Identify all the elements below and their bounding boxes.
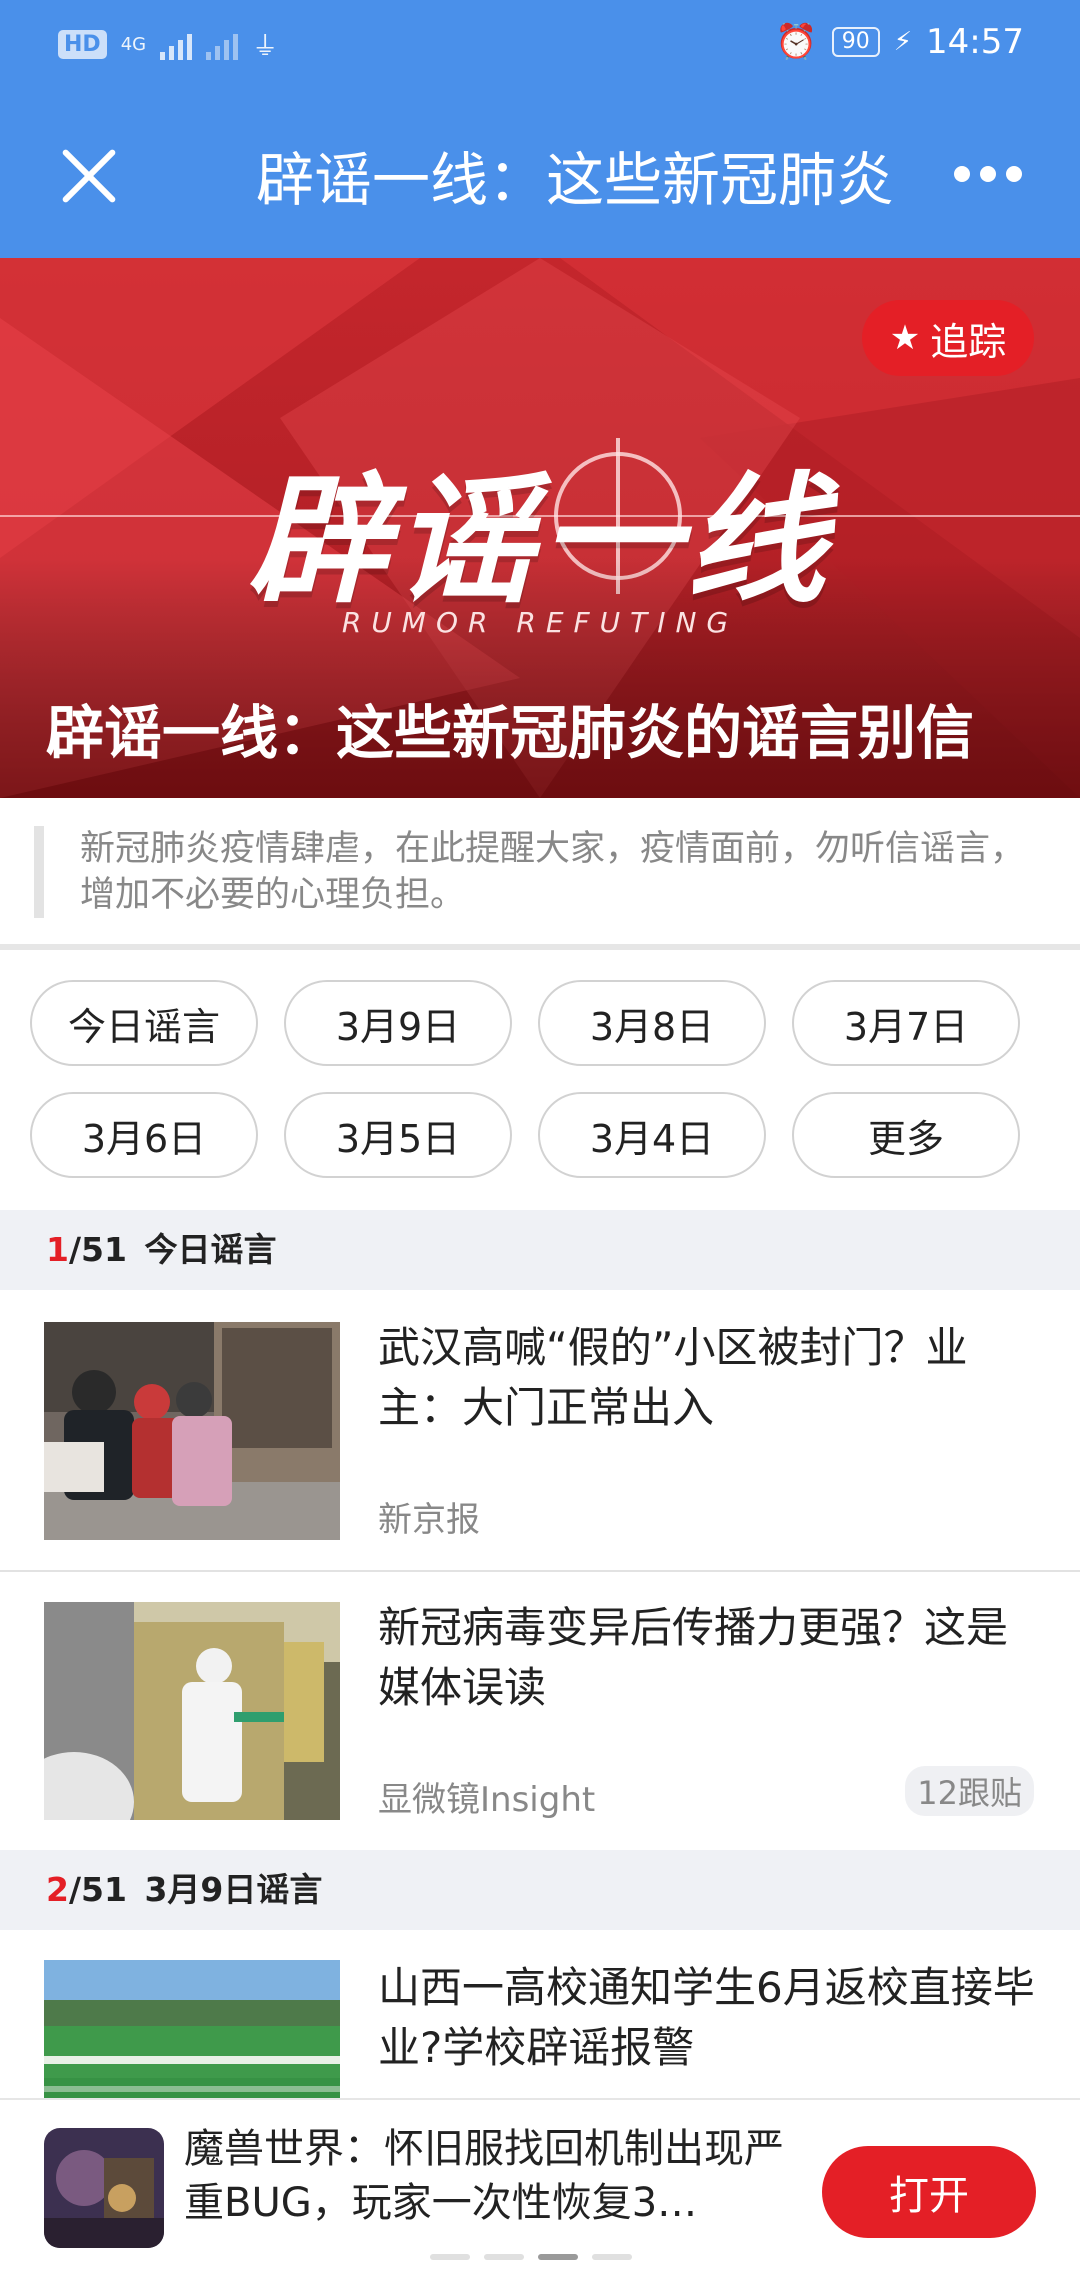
promo-text: 魔兽世界：怀旧服找回机制出现严重BUG，玩家一次性恢复3…	[184, 2126, 784, 2226]
hero-banner: ★ 追踪 辟谣一线 RUMOR REFUTING 辟谣一线：这些新冠肺炎的谣言别…	[0, 258, 1080, 798]
hero-logo: 辟谣一线	[247, 460, 832, 623]
tag-more[interactable]: 更多	[792, 1092, 1020, 1178]
section-header: 2/51 3月9日谣言	[0, 1850, 1080, 1930]
tag-date[interactable]: 3月9日	[284, 980, 512, 1066]
promo-thumbnail	[44, 2128, 164, 2248]
section-total: /51	[68, 1230, 127, 1269]
page-title: 辟谣一线：这些新冠肺炎	[256, 146, 895, 214]
news-thumbnail	[44, 1322, 340, 1540]
tag-date[interactable]: 3月5日	[284, 1092, 512, 1178]
section-label: 3月9日谣言	[144, 1870, 323, 1909]
tag-today[interactable]: 今日谣言	[30, 980, 258, 1066]
hero-title: 辟谣一线：这些新冠肺炎的谣言别信	[46, 699, 975, 767]
divider	[0, 944, 1080, 950]
intro-text: 新冠肺炎疫情肆虐，在此提醒大家，疫情面前，勿听信谣言，增加不必要的心理负担。	[34, 826, 1044, 918]
charging-icon: ⚡	[893, 27, 913, 57]
news-thumbnail	[44, 1960, 340, 2098]
section-total: /51	[68, 1870, 127, 1909]
news-source: 新京报	[378, 1500, 480, 1540]
status-right: ⏰ 90 ⚡ 14:57	[775, 22, 1024, 62]
news-title: 山西一高校通知学生6月返校直接毕业?学校辟谣报警	[378, 1963, 1035, 2072]
clock: 14:57	[926, 22, 1024, 62]
status-bar: HD 4G ⏚ ⏰ 90 ⚡ 14:57	[0, 0, 1080, 90]
signal-icon-2	[206, 30, 239, 60]
tag-date[interactable]: 3月7日	[792, 980, 1020, 1066]
star-icon: ★	[889, 318, 921, 358]
page-indicator	[430, 2254, 632, 2260]
news-item[interactable]: 新冠病毒变异后传播力更强？这是媒体误读 显微镜Insight 12跟贴	[0, 1572, 1080, 1850]
news-title: 新冠病毒变异后传播力更强？这是媒体误读	[378, 1603, 1009, 1712]
follow-button[interactable]: ★ 追踪	[862, 300, 1034, 376]
status-left: HD 4G ⏚	[58, 26, 278, 63]
news-title: 武汉高喊“假的”小区被封门？业主：大门正常出入	[378, 1323, 968, 1432]
section-header: 1/51 今日谣言	[0, 1210, 1080, 1290]
usb-icon: ⏚	[252, 32, 279, 62]
more-icon[interactable]	[954, 166, 1022, 182]
comment-count-badge: 12跟贴	[905, 1766, 1034, 1816]
news-source: 显微镜Insight	[378, 1780, 596, 1820]
tag-date[interactable]: 3月6日	[30, 1092, 258, 1178]
network-label: 4G	[120, 34, 147, 55]
news-thumbnail	[44, 1602, 340, 1820]
tag-date[interactable]: 3月8日	[538, 980, 766, 1066]
battery-icon: 90	[831, 27, 880, 57]
tag-date[interactable]: 3月4日	[538, 1092, 766, 1178]
news-item[interactable]: 武汉高喊“假的”小区被封门？业主：大门正常出入 新京报	[0, 1292, 1080, 1570]
nav-bar: 辟谣一线：这些新冠肺炎	[0, 90, 1080, 258]
alarm-icon: ⏰	[775, 22, 818, 62]
close-icon[interactable]	[56, 144, 120, 208]
section-number: 2	[46, 1870, 69, 1909]
date-tags: 今日谣言 3月9日 3月8日 3月7日 3月6日 3月5日 3月4日 更多	[30, 980, 1054, 1178]
hero-logo-subtitle: RUMOR REFUTING	[341, 606, 739, 639]
follow-label: 追踪	[930, 319, 1007, 364]
signal-icon	[160, 30, 193, 60]
open-button[interactable]: 打开	[822, 2146, 1036, 2238]
promo-banner[interactable]: 魔兽世界：怀旧服找回机制出现严重BUG，玩家一次性恢复3… 打开	[0, 2098, 1080, 2280]
news-item[interactable]: 山西一高校通知学生6月返校直接毕业?学校辟谣报警	[0, 1932, 1080, 2098]
section-number: 1	[46, 1230, 69, 1269]
section-label: 今日谣言	[144, 1230, 277, 1269]
hd-icon: HD	[58, 30, 107, 59]
